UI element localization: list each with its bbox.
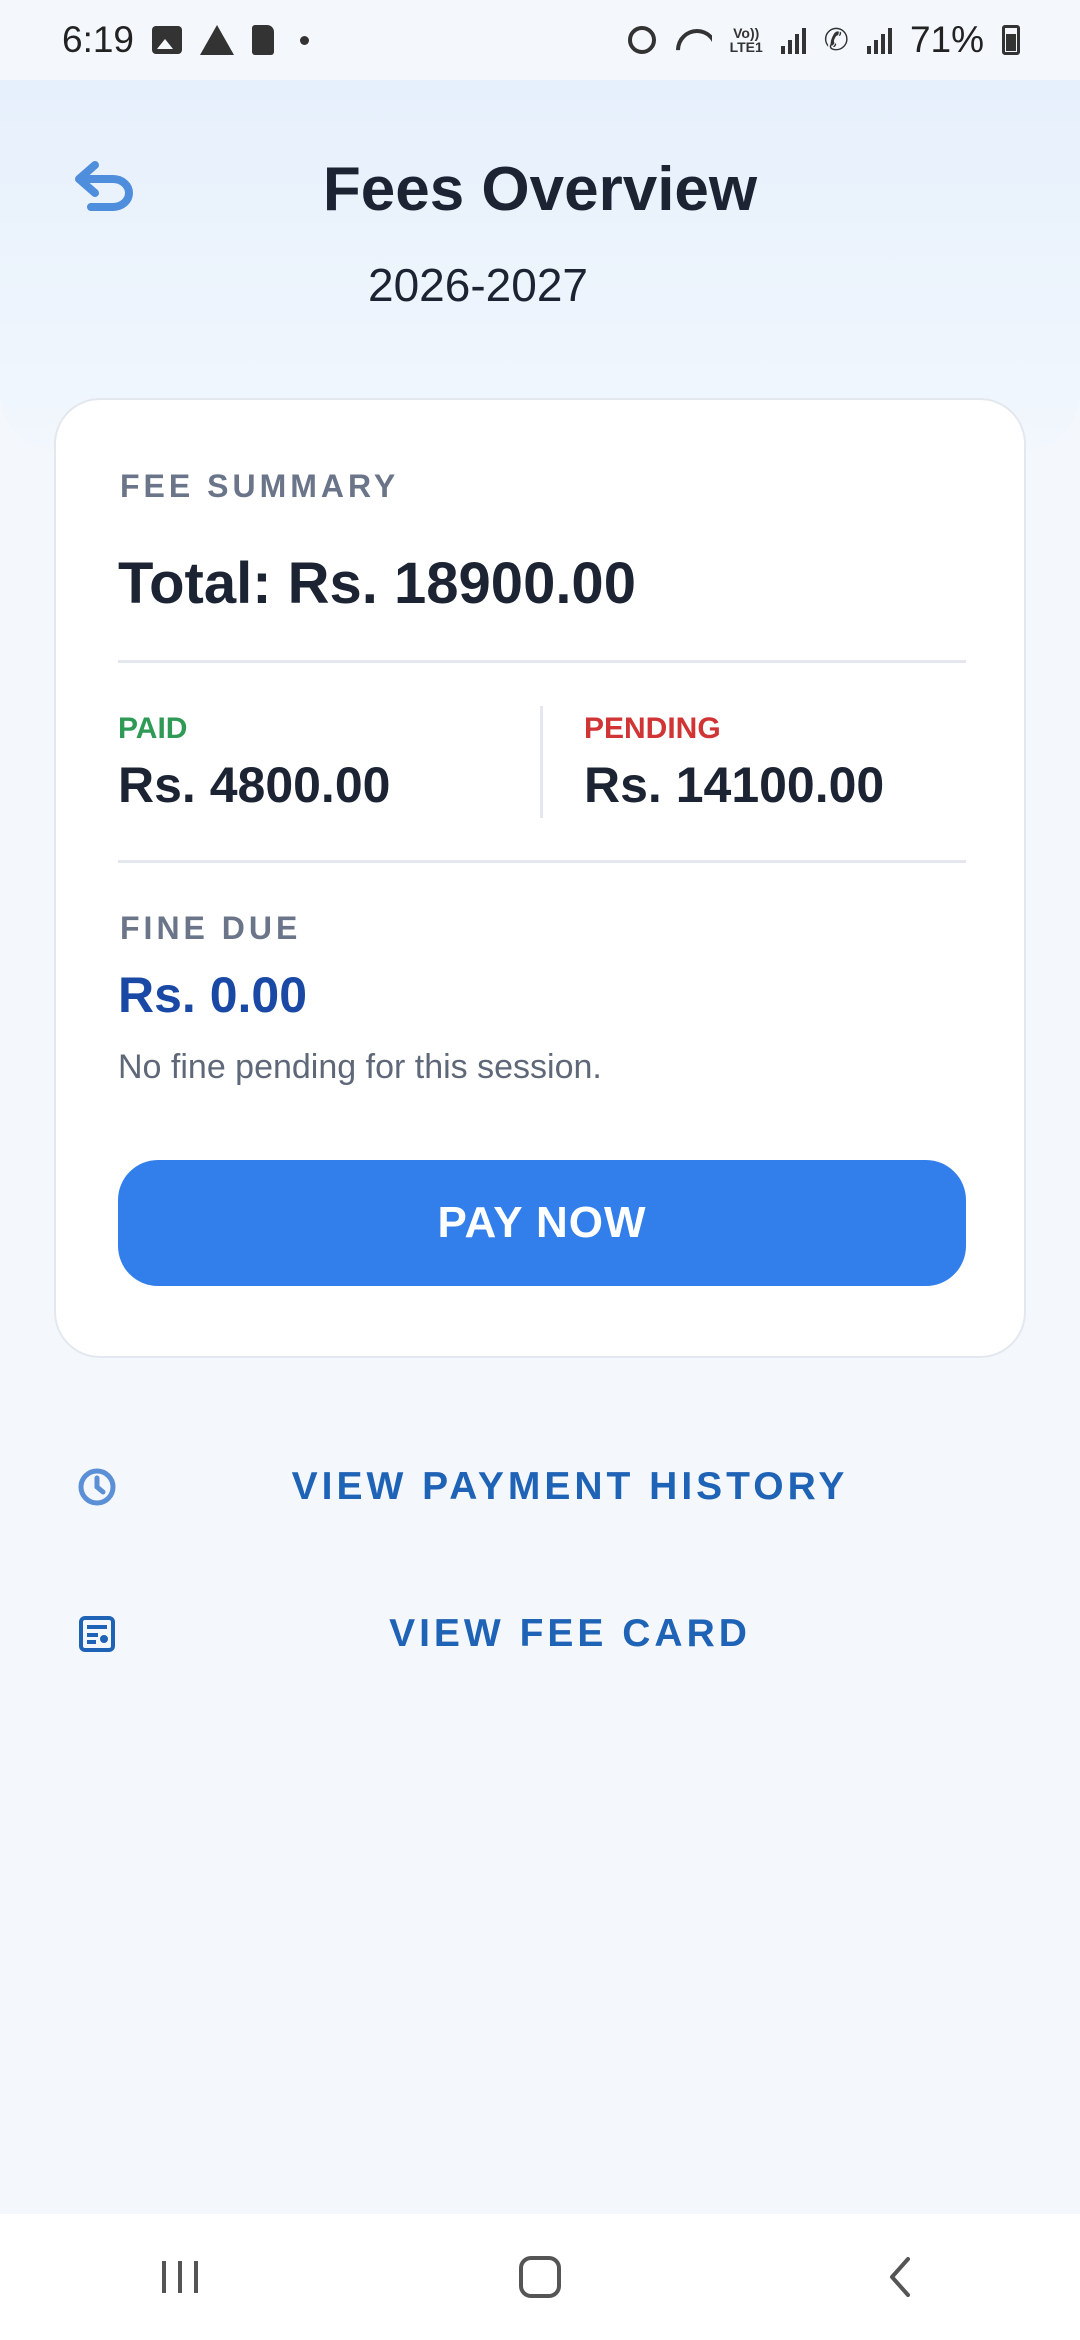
- fee-summary-card: FEE SUMMARY Total: Rs. 18900.00 PAID Rs.…: [54, 398, 1026, 1358]
- vertical-divider: [540, 706, 543, 818]
- divider: [118, 660, 966, 663]
- warning-icon: [200, 25, 235, 55]
- page-title: Fees Overview: [322, 155, 758, 224]
- recents-button[interactable]: [120, 2232, 240, 2322]
- home-button[interactable]: [480, 2232, 600, 2322]
- pending-value: Rs. 14100.00: [584, 757, 885, 813]
- volte-icon: Vo)) LTE1: [729, 25, 763, 55]
- fee-card-link[interactable]: VIEW FEE CARD: [0, 1589, 1080, 1679]
- back-chevron-icon: [890, 2257, 910, 2297]
- more-notifications-icon: [300, 35, 310, 45]
- fee-card-label: VIEW FEE CARD: [389, 1612, 751, 1655]
- status-right: Vo)) LTE1 ✆ 71%: [627, 19, 1020, 61]
- fine-note: No fine pending for this session.: [118, 1048, 602, 1086]
- alarm-icon: [627, 26, 656, 54]
- divider: [118, 860, 966, 863]
- status-time: 6:19: [62, 19, 135, 60]
- payment-history-label: VIEW PAYMENT HISTORY: [291, 1465, 849, 1508]
- wifi-icon: [674, 25, 712, 55]
- home-icon: [519, 2256, 561, 2298]
- nav-back-button[interactable]: [840, 2232, 960, 2322]
- fee-summary-label: FEE SUMMARY: [120, 468, 400, 504]
- wifi-call-icon: ✆: [823, 23, 849, 57]
- status-left: 6:19: [62, 19, 310, 61]
- session-year: 2026-2027: [368, 259, 588, 311]
- pay-now-button[interactable]: PAY NOW: [118, 1160, 966, 1286]
- signal-icon: [780, 26, 806, 54]
- signal-2-icon: [866, 26, 892, 54]
- gallery-icon: [152, 26, 183, 54]
- recents-icon: [162, 2261, 198, 2293]
- fine-due-value: Rs. 0.00: [118, 967, 308, 1023]
- status-bar: 6:19 Vo)) LTE1 ✆ 71%: [0, 0, 1080, 80]
- total-amount: Total: Rs. 18900.00: [118, 551, 636, 616]
- pending-label: PENDING: [584, 712, 721, 745]
- battery-icon: [1002, 25, 1020, 55]
- navigation-bar: [0, 2214, 1080, 2340]
- sd-card-icon: [252, 25, 275, 55]
- battery-percent: 71%: [909, 19, 984, 60]
- paid-label: PAID: [118, 712, 188, 745]
- payment-history-link[interactable]: VIEW PAYMENT HISTORY: [0, 1442, 1080, 1532]
- fine-due-label: FINE DUE: [120, 910, 302, 946]
- paid-value: Rs. 4800.00: [118, 757, 391, 813]
